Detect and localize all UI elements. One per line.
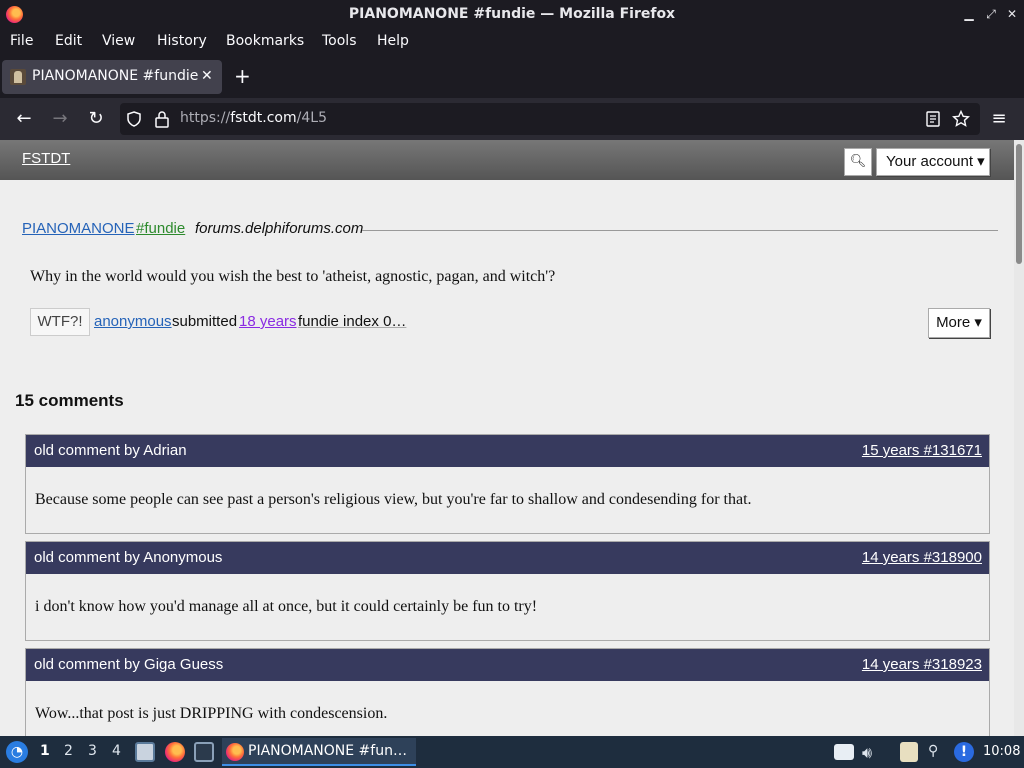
post-author-link[interactable]: PIANOMANONE — [22, 220, 135, 237]
menu-view[interactable]: View — [102, 33, 135, 49]
menu-tools[interactable]: Tools — [322, 33, 357, 49]
menu-edit[interactable]: Edit — [55, 33, 82, 49]
more-button[interactable]: More ▾ — [928, 308, 990, 338]
site-logo-link[interactable]: FSTDT — [22, 150, 70, 167]
page-content: FSTDT 🔍︎ Your account ▾ PIANOMANONE #fun… — [0, 140, 1014, 736]
comment-header: old comment by Adrian 15 years #131671 — [26, 435, 989, 467]
navigation-bar: ← → ↻ https://fstdt.com/4L5 ≡ — [0, 98, 1024, 140]
hamburger-menu-icon[interactable]: ≡ — [988, 108, 1010, 130]
address-bar[interactable]: https://fstdt.com/4L5 — [120, 103, 980, 135]
comments-heading: 15 comments — [15, 391, 124, 410]
reload-icon[interactable]: ↻ — [85, 108, 107, 130]
comment-header: old comment by Giga Guess 14 years #3189… — [26, 649, 989, 681]
tab-bar: PIANOMANONE #fundie ✕ + — [0, 56, 1024, 98]
start-menu-icon[interactable]: ◔ — [6, 741, 28, 763]
url-text[interactable]: https://fstdt.com/4L5 — [180, 110, 327, 126]
comment-card: old comment by Adrian 15 years #131671 B… — [25, 434, 990, 534]
menu-file[interactable]: File — [10, 33, 33, 49]
comment-header: old comment by Anonymous 14 years #31890… — [26, 542, 989, 574]
menu-history[interactable]: History — [157, 33, 207, 49]
workspace-3[interactable]: 3 — [88, 743, 97, 759]
file-manager-icon[interactable] — [135, 742, 155, 762]
url-host: fstdt.com — [230, 110, 297, 126]
search-icon: 🔍︎ — [849, 154, 867, 169]
maximize-icon[interactable]: ⤢ — [982, 5, 1000, 23]
shield-icon[interactable] — [126, 111, 142, 127]
taskbar: ◔ 1 2 3 4 PIANOMANONE #fun… 🔊︎ ⚲ ! 10:08 — [0, 736, 1024, 768]
header-divider — [362, 230, 998, 231]
close-tab-icon[interactable]: ✕ — [201, 68, 213, 84]
tab-title: PIANOMANONE #fundie — [32, 68, 199, 84]
window-title: PIANOMANONE #fundie — Mozilla Firefox — [348, 6, 676, 22]
workspace-2[interactable]: 2 — [64, 743, 73, 759]
minimize-icon[interactable]: ▁ — [960, 5, 978, 23]
comment-author: old comment by Adrian — [34, 442, 187, 459]
update-notification-icon[interactable]: ! — [954, 742, 974, 762]
volume-icon[interactable]: 🔊︎ — [862, 743, 872, 763]
comment-author: old comment by Giga Guess — [34, 656, 224, 673]
comment-card: old comment by Giga Guess 14 years #3189… — [25, 648, 990, 736]
comment-permalink[interactable]: 15 years #131671 — [862, 442, 982, 459]
back-arrow-icon[interactable]: ← — [13, 108, 35, 130]
post-meta: WTF?! anonymous submitted 18 years fundi… — [30, 306, 990, 338]
comment-permalink[interactable]: 14 years #318900 — [862, 549, 982, 566]
site-header: FSTDT 🔍︎ Your account ▾ — [0, 140, 1014, 180]
page-scrollbar[interactable] — [1014, 140, 1024, 736]
clipboard-icon[interactable] — [834, 744, 854, 760]
post-tag-link[interactable]: #fundie — [136, 220, 185, 237]
bookmark-star-icon[interactable] — [952, 110, 970, 128]
taskbar-task-firefox[interactable]: PIANOMANONE #fun… — [222, 738, 416, 766]
account-button[interactable]: Your account ▾ — [876, 148, 990, 176]
submitter-link[interactable]: anonymous — [94, 313, 172, 330]
terminal-icon[interactable] — [194, 742, 214, 762]
post-source: forums.delphiforums.com — [195, 220, 364, 237]
clock: 10:08 — [983, 744, 1021, 759]
new-tab-icon[interactable]: + — [234, 66, 251, 86]
post-age-link[interactable]: 18 years — [239, 313, 297, 330]
taskbar-task-label: PIANOMANONE #fun… — [248, 743, 407, 759]
url-path: /4L5 — [296, 110, 327, 126]
workspace-4[interactable]: 4 — [112, 743, 121, 759]
comment-permalink[interactable]: 14 years #318923 — [862, 656, 982, 673]
reader-view-icon[interactable] — [926, 111, 940, 127]
comment-body: Because some people can see past a perso… — [35, 491, 752, 508]
url-scheme: https:// — [180, 110, 231, 126]
comment-author: old comment by Anonymous — [34, 549, 223, 566]
forward-arrow-icon[interactable]: → — [49, 108, 71, 130]
menu-help[interactable]: Help — [377, 33, 409, 49]
menu-bar: File Edit View History Bookmarks Tools H… — [0, 30, 1024, 54]
scrollbar-thumb[interactable] — [1016, 144, 1022, 264]
comment-body: i don't know how you'd manage all at onc… — [35, 598, 538, 615]
tab-active[interactable]: PIANOMANONE #fundie ✕ — [2, 60, 222, 94]
post-quote: Why in the world would you wish the best… — [30, 268, 556, 285]
lock-icon[interactable] — [154, 110, 170, 128]
network-icon[interactable]: ⚲ — [928, 743, 938, 759]
menu-bookmarks[interactable]: Bookmarks — [226, 33, 304, 49]
site-favicon-icon — [10, 69, 26, 85]
post-header: PIANOMANONE #fundie forums.delphiforums.… — [22, 220, 998, 240]
search-button[interactable]: 🔍︎ — [844, 148, 872, 176]
notes-icon[interactable] — [900, 742, 918, 762]
window-titlebar: PIANOMANONE #fundie — Mozilla Firefox ▁ … — [0, 0, 1024, 30]
wtf-button[interactable]: WTF?! — [30, 308, 90, 336]
comment-card: old comment by Anonymous 14 years #31890… — [25, 541, 990, 641]
fundie-index[interactable]: fundie index 0… — [298, 313, 406, 330]
submitted-label: submitted — [172, 313, 238, 330]
workspace-1[interactable]: 1 — [40, 743, 50, 759]
close-window-icon[interactable]: ✕ — [1003, 5, 1021, 23]
firefox-task-icon — [226, 743, 244, 761]
firefox-launcher-icon[interactable] — [165, 742, 185, 762]
comment-body: Wow...that post is just DRIPPING with co… — [35, 705, 388, 722]
